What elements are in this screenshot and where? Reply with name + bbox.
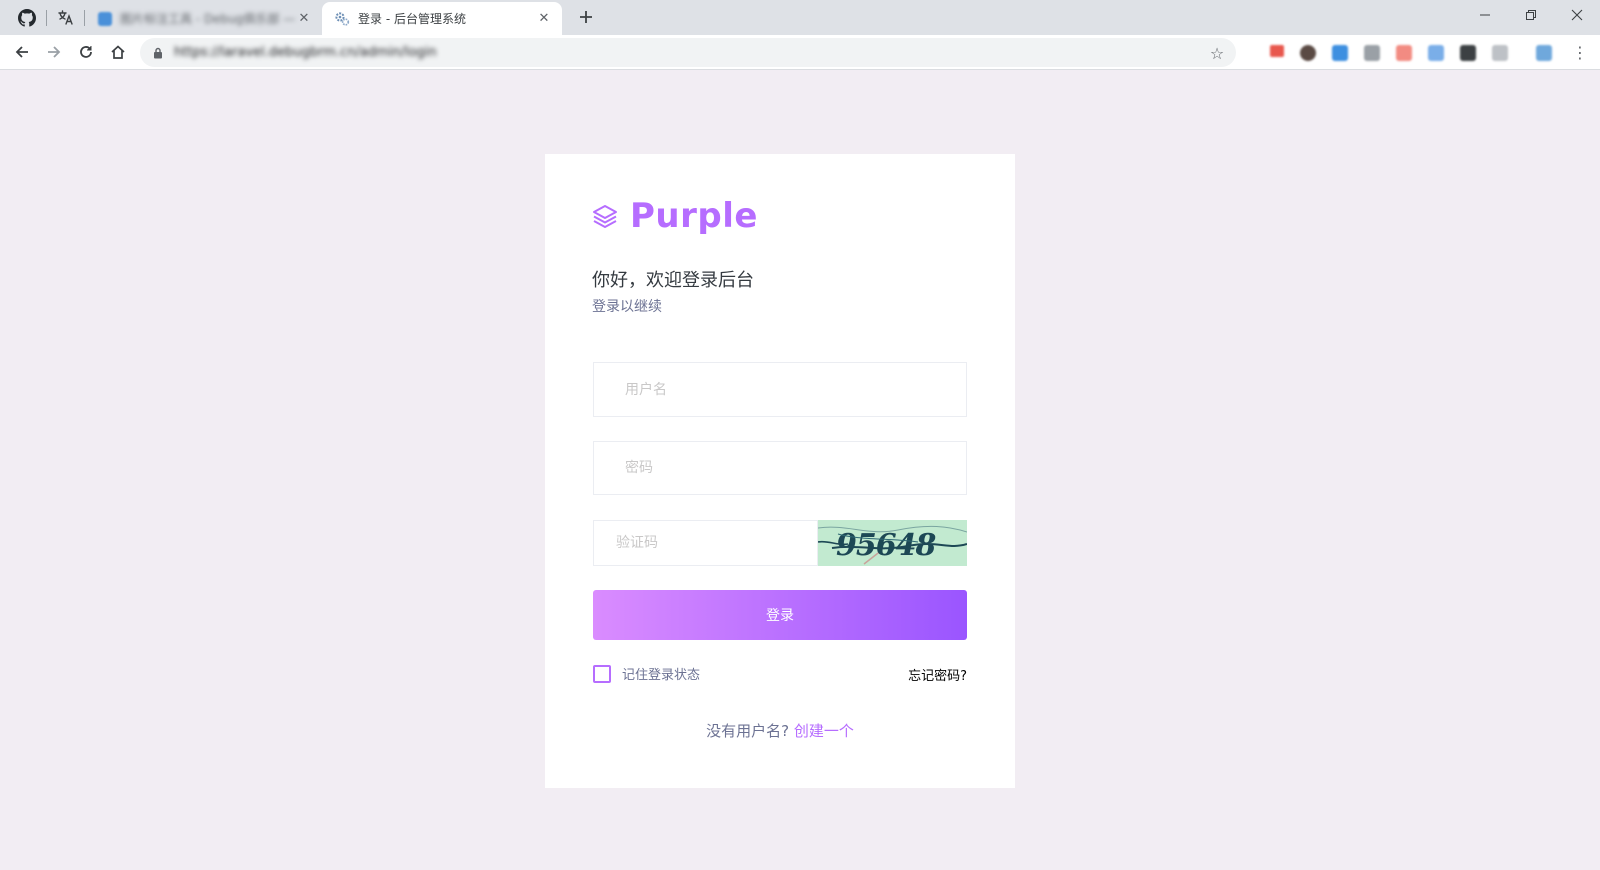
extension-icon[interactable] [1270, 45, 1284, 57]
extension-icon[interactable] [1300, 45, 1316, 61]
star-icon[interactable]: ☆ [1208, 44, 1226, 63]
username-field [593, 362, 967, 417]
address-bar[interactable]: https://laravel.debugbrm.cn/admin/login … [140, 38, 1236, 67]
translate-icon [58, 10, 73, 25]
login-card: Purple 你好，欢迎登录后台 登录以继续 95648 登录 记住登录状态 忘… [545, 154, 1015, 788]
github-icon [18, 9, 36, 27]
browser-tab-bar: 图片标注工具 - Debug俱乐部 — 社区 ✕ 登录 - 后台管理系统 ✕ [0, 0, 1600, 35]
reload-icon [80, 46, 92, 58]
forward-button[interactable] [40, 38, 68, 66]
extension-icon[interactable] [1492, 45, 1508, 61]
extension-icon[interactable] [1536, 45, 1552, 61]
captcha-field [593, 520, 818, 566]
tab-debug-club[interactable]: 图片标注工具 - Debug俱乐部 — 社区 ✕ [86, 2, 322, 35]
close-icon [1571, 9, 1583, 21]
layers-icon [593, 205, 617, 228]
forward-arrow-icon [48, 46, 61, 58]
remember-checkbox[interactable] [593, 664, 611, 683]
captcha-input[interactable] [616, 521, 817, 565]
close-window-button[interactable] [1554, 0, 1600, 30]
home-button[interactable] [104, 38, 132, 66]
extension-icon[interactable] [1364, 45, 1380, 61]
welcome-heading: 你好，欢迎登录后台 [592, 270, 754, 291]
login-button[interactable]: 登录 [593, 590, 967, 640]
password-field [593, 441, 967, 495]
minimize-icon [1480, 14, 1490, 16]
more-vert-icon[interactable]: ⋮ [1568, 40, 1592, 64]
github-pinned-tab[interactable] [11, 4, 43, 32]
remember-me[interactable]: 记住登录状态 [593, 664, 700, 683]
remember-label: 记住登录状态 [622, 668, 701, 683]
minimize-button[interactable] [1462, 0, 1508, 30]
signup-prompt: 没有用户名? 创建一个 [545, 720, 1015, 741]
no-account-text: 没有用户名? [706, 722, 790, 740]
tab-login[interactable]: 登录 - 后台管理系统 ✕ [322, 2, 562, 35]
tab-title: 图片标注工具 - Debug俱乐部 — 社区 [120, 12, 296, 26]
create-account-link[interactable]: 创建一个 [794, 722, 854, 740]
extension-icon[interactable] [1332, 45, 1348, 61]
forgot-password-link[interactable]: 忘记密码? [908, 665, 967, 684]
new-tab-button[interactable] [574, 5, 598, 29]
url-text[interactable]: https://laravel.debugbrm.cn/admin/login [174, 45, 437, 60]
close-tab-icon[interactable]: ✕ [536, 11, 552, 27]
gears-favicon-icon [335, 11, 350, 26]
brand-logo: Purple [592, 196, 758, 236]
home-icon [111, 45, 125, 59]
site-favicon-icon [98, 11, 112, 26]
back-button[interactable] [8, 38, 36, 66]
extension-icon[interactable] [1428, 45, 1444, 61]
extension-icon[interactable] [1460, 45, 1476, 61]
restore-icon [1526, 10, 1536, 20]
back-arrow-icon [15, 46, 28, 58]
tab-separator [46, 10, 47, 26]
restore-button[interactable] [1508, 0, 1554, 30]
tab-title: 登录 - 后台管理系统 [358, 12, 466, 26]
plus-icon [580, 11, 592, 23]
tab-separator [84, 10, 85, 26]
close-tab-icon[interactable]: ✕ [296, 11, 312, 27]
pinned-tab-translate[interactable] [49, 4, 81, 32]
username-input[interactable] [625, 363, 966, 416]
captcha-image[interactable]: 95648 [818, 520, 967, 566]
captcha-code: 95648 [836, 528, 936, 563]
reload-button[interactable] [72, 38, 100, 66]
brand-name: Purple [630, 196, 758, 236]
password-input[interactable] [625, 442, 966, 494]
browser-toolbar: https://laravel.debugbrm.cn/admin/login … [0, 35, 1600, 70]
extension-icon[interactable] [1396, 45, 1412, 61]
lock-icon [152, 47, 164, 59]
welcome-subtitle: 登录以继续 [592, 299, 662, 315]
